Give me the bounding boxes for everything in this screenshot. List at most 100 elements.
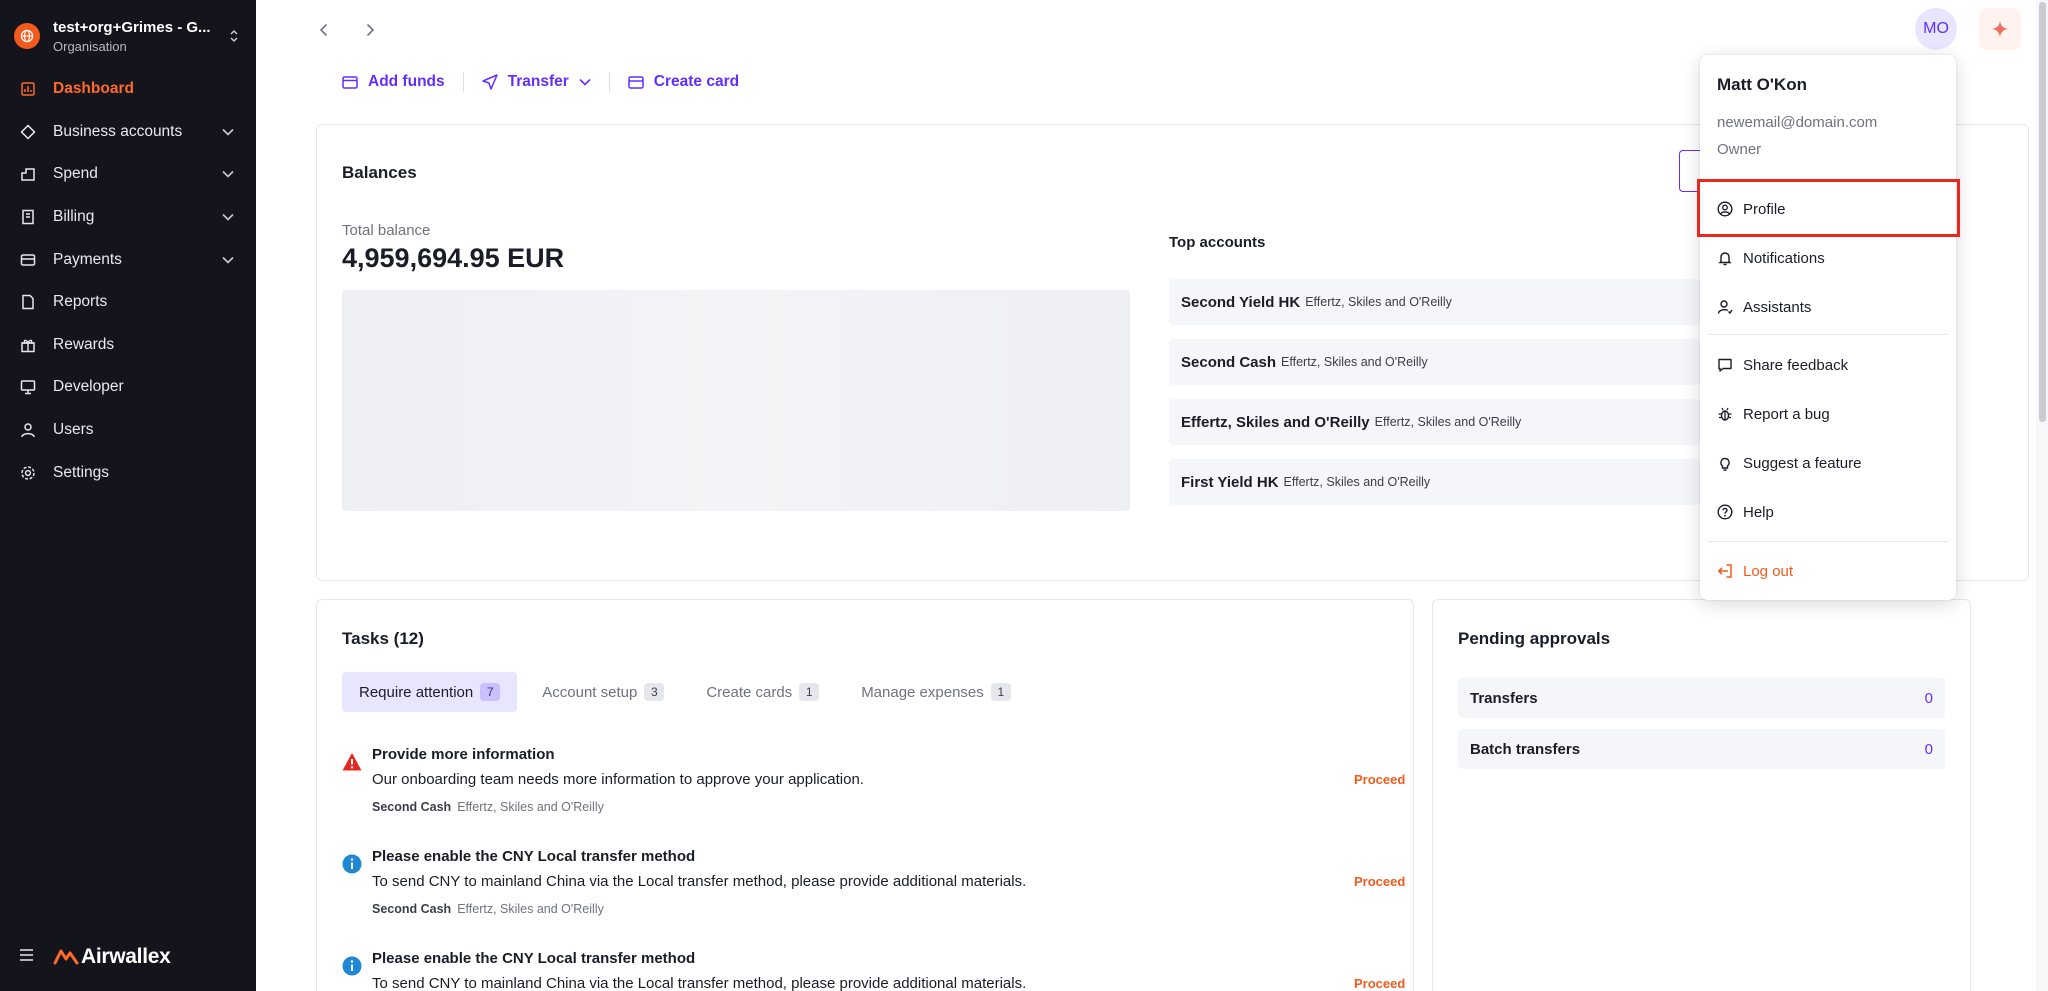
user-avatar[interactable]: MO: [1915, 8, 1957, 50]
add-funds-label: Add funds: [368, 73, 445, 90]
tab-account-setup[interactable]: Account setup 3: [525, 672, 681, 712]
user-icon: [20, 422, 36, 438]
approval-label: Transfers: [1470, 689, 1538, 707]
menu-item-share-feedback[interactable]: Share feedback: [1717, 351, 1848, 379]
sidebar-item-label: Payments: [53, 250, 122, 268]
sidebar-item-spend[interactable]: Spend: [0, 153, 256, 196]
count-badge: 1: [799, 683, 820, 701]
account-entity: Effertz, Skiles and O'Reilly: [1281, 355, 1428, 369]
card-icon: [628, 75, 644, 89]
tab-manage-expenses[interactable]: Manage expenses 1: [844, 672, 1028, 712]
menu-item-label: Help: [1743, 503, 1774, 521]
task-title: Please enable the CNY Local transfer met…: [372, 950, 696, 967]
gift-icon: [20, 337, 36, 353]
menu-item-help[interactable]: Help: [1717, 498, 1774, 526]
org-subtitle: Organisation: [53, 38, 127, 54]
menu-user-email: newemail@domain.com: [1717, 114, 1878, 131]
tab-require-attention[interactable]: Require attention 7: [342, 672, 518, 712]
proceed-link[interactable]: Proceed: [1354, 976, 1405, 991]
menu-item-suggest-feature[interactable]: Suggest a feature: [1717, 449, 1861, 477]
add-funds-button[interactable]: Add funds: [342, 73, 445, 91]
sidebar-item-label: Business accounts: [53, 122, 183, 140]
chevron-up-down-icon: [226, 28, 242, 44]
account-name: Effertz, Skiles and O'Reilly: [1181, 413, 1370, 431]
approval-row-batch-transfers[interactable]: Batch transfers 0: [1458, 729, 1945, 769]
sparkle-icon[interactable]: [1979, 8, 2021, 50]
sidebar-item-label: Billing: [53, 208, 95, 226]
task-description: To send CNY to mainland China via the Lo…: [372, 873, 1027, 890]
account-row[interactable]: Second Cash Effertz, Skiles and O'Reilly: [1169, 339, 1729, 385]
help-icon: [1717, 504, 1733, 520]
chevron-down-icon: [222, 251, 234, 269]
menu-item-label: Share feedback: [1743, 356, 1849, 374]
sidebar-item-business-accounts[interactable]: Business accounts: [0, 111, 256, 154]
tasks-tabs: Require attention 7 Account setup 3 Crea…: [342, 672, 1036, 712]
sidebar-item-payments[interactable]: Payments: [0, 238, 256, 281]
sidebar-item-dashboard[interactable]: Dashboard: [0, 68, 256, 111]
menu-item-assistants[interactable]: Assistants: [1717, 293, 1811, 321]
send-icon: [481, 74, 498, 90]
wallet-icon: [342, 76, 358, 89]
org-name: test+org+Grimes - G...: [53, 18, 211, 36]
task-title: Please enable the CNY Local transfer met…: [372, 848, 696, 865]
chevron-down-icon: [579, 78, 591, 86]
accounts-icon: [20, 124, 36, 140]
menu-item-label: Assistants: [1743, 298, 1812, 316]
account-row[interactable]: Effertz, Skiles and O'Reilly Effertz, Sk…: [1169, 399, 1729, 445]
forward-icon[interactable]: [360, 20, 380, 40]
tab-label: Account setup: [542, 683, 638, 701]
sidebar-item-billing[interactable]: Billing: [0, 196, 256, 239]
tasks-title: Tasks (12): [342, 629, 424, 648]
tab-label: Create cards: [706, 683, 793, 701]
approval-label: Batch transfers: [1470, 740, 1581, 758]
task-description: Our onboarding team needs more informati…: [372, 771, 864, 788]
sidebar: test+org+Grimes - G... Organisation Dash…: [0, 0, 256, 991]
proceed-link[interactable]: Proceed: [1354, 874, 1405, 889]
menu-item-report-bug[interactable]: Report a bug: [1717, 400, 1830, 428]
org-switcher[interactable]: test+org+Grimes - G... Organisation: [14, 16, 242, 56]
menu-icon[interactable]: [20, 948, 33, 966]
warning-icon: [342, 753, 362, 771]
divider: [608, 72, 610, 92]
menu-divider: [1708, 541, 1948, 542]
menu-item-notifications[interactable]: Notifications: [1717, 244, 1825, 272]
proceed-link[interactable]: Proceed: [1354, 772, 1405, 787]
scrollbar-thumb[interactable]: [2039, 2, 2046, 422]
account-row[interactable]: First Yield HK Effertz, Skiles and O'Rei…: [1169, 459, 1729, 505]
task-account: Second Cash: [372, 902, 452, 916]
approval-row-transfers[interactable]: Transfers 0: [1458, 678, 1945, 718]
sidebar-item-users[interactable]: Users: [0, 409, 256, 452]
logout-button[interactable]: Log out: [1717, 557, 1793, 585]
chart-icon: [20, 81, 36, 97]
sidebar-item-label: Dashboard: [53, 80, 134, 98]
logout-label: Log out: [1743, 562, 1794, 580]
tasks-card: Tasks (12) Require attention 7 Account s…: [316, 599, 1414, 991]
bell-icon: [1718, 252, 1732, 266]
back-icon[interactable]: [314, 20, 334, 40]
create-card-label: Create card: [653, 73, 740, 90]
sidebar-item-settings[interactable]: Settings: [0, 451, 256, 494]
sidebar-item-rewards[interactable]: Rewards: [0, 324, 256, 367]
pending-approvals-title: Pending approvals: [1458, 629, 1611, 648]
tab-label: Require attention: [359, 683, 474, 701]
sidebar-item-reports[interactable]: Reports: [0, 281, 256, 324]
bulb-icon: [1720, 457, 1730, 471]
approval-count: 0: [1924, 689, 1933, 707]
task-entity: Effertz, Skiles and O'Reilly: [457, 902, 604, 916]
sidebar-item-label: Settings: [53, 463, 110, 481]
account-entity: Effertz, Skiles and O'Reilly: [1283, 475, 1431, 489]
account-name: Second Cash: [1181, 353, 1277, 371]
account-row[interactable]: Second Yield HK Effertz, Skiles and O'Re…: [1169, 279, 1729, 325]
sidebar-item-label: Rewards: [53, 335, 115, 353]
sidebar-item-developer[interactable]: Developer: [0, 366, 256, 409]
chat-icon: [1718, 358, 1732, 372]
tab-create-cards[interactable]: Create cards 1: [689, 672, 836, 712]
user-menu-dropdown: Matt O'Kon newemail@domain.com Owner Pro…: [1700, 55, 1956, 600]
pending-approvals-card: Pending approvals Transfers 0 Batch tran…: [1432, 599, 1971, 991]
profile-highlight-box: [1697, 179, 1960, 237]
create-card-button[interactable]: Create card: [628, 73, 739, 91]
sidebar-item-label: Spend: [53, 165, 98, 183]
transfer-button[interactable]: Transfer: [481, 73, 591, 91]
tab-label: Manage expenses: [861, 683, 984, 701]
divider: [462, 72, 464, 92]
